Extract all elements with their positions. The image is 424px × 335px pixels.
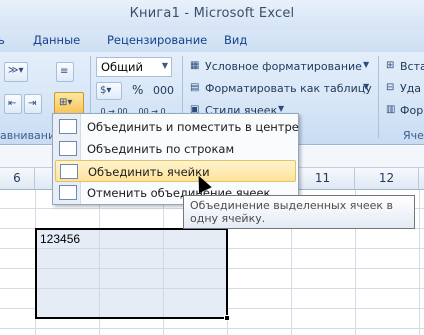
column-header[interactable]: 11 bbox=[291, 168, 355, 189]
grid-line bbox=[163, 230, 164, 317]
merge-across-icon bbox=[59, 141, 77, 156]
format-cells-icon: ▥ bbox=[386, 104, 396, 115]
wrap-text-icon: ≡ bbox=[60, 66, 69, 77]
ribbon-tabs: ь Данные Рецензирование Вид bbox=[0, 30, 424, 52]
wrap-text-button[interactable]: ≡ bbox=[56, 62, 74, 82]
tooltip: Объединение выделенных ячеек в одну ячей… bbox=[183, 195, 415, 229]
tab-partial[interactable]: ь bbox=[0, 33, 5, 47]
percent-button[interactable]: % bbox=[132, 83, 143, 97]
increase-indent-button[interactable]: ⇥ bbox=[24, 94, 42, 114]
tab-review[interactable]: Рецензирование bbox=[107, 33, 207, 47]
grid-line bbox=[419, 190, 420, 335]
format-as-table-button[interactable]: Форматировать как таблицу bbox=[205, 82, 372, 95]
delete-cells-icon: ⊟ bbox=[386, 82, 395, 93]
cells-group-label: Яче bbox=[403, 129, 424, 142]
title-bar: Книга1 - Microsoft Excel bbox=[0, 0, 424, 30]
number-format-value: Общий bbox=[101, 60, 143, 74]
increase-indent-icon: ⇥ bbox=[28, 98, 37, 109]
window-title: Книга1 - Microsoft Excel bbox=[129, 6, 295, 21]
grid-line bbox=[99, 230, 100, 317]
column-header[interactable]: 12 bbox=[355, 168, 419, 189]
conditional-formatting-button[interactable]: Условное форматирование bbox=[205, 60, 362, 73]
format-table-icon: ▤ bbox=[190, 82, 200, 93]
column-header[interactable]: 6 bbox=[0, 168, 35, 189]
currency-icon: $▾ bbox=[100, 85, 112, 96]
menu-item-merge-across[interactable]: Объединить по строкам bbox=[55, 138, 296, 160]
menu-item-label: Объединить ячейки bbox=[88, 165, 210, 179]
delete-button[interactable]: Уда bbox=[400, 82, 421, 95]
chevron-down-icon: ▼ bbox=[161, 61, 168, 70]
orientation-icon: ≫▾ bbox=[8, 65, 24, 76]
merge-cells-icon: ⊞▾ bbox=[59, 97, 73, 108]
fill-handle[interactable] bbox=[224, 315, 230, 321]
merge-cells-icon bbox=[60, 164, 78, 179]
tab-view[interactable]: Вид bbox=[224, 33, 247, 47]
conditional-format-icon: ▦ bbox=[190, 60, 200, 71]
menu-item-merge-center[interactable]: Объединить и поместить в центре bbox=[55, 116, 299, 138]
insert-button[interactable]: Вста bbox=[400, 60, 424, 73]
cell-value[interactable]: 123456 bbox=[40, 232, 98, 246]
chevron-down-icon: ▼ bbox=[363, 60, 370, 69]
group-divider bbox=[378, 56, 379, 138]
tab-data[interactable]: Данные bbox=[33, 33, 80, 47]
chevron-down-icon: ▼ bbox=[363, 82, 370, 91]
format-button[interactable]: Фор bbox=[400, 104, 423, 117]
merge-center-icon bbox=[59, 119, 77, 134]
grid-line bbox=[37, 248, 226, 249]
merge-cells-button[interactable]: ⊞▾ bbox=[54, 92, 84, 114]
grid-line bbox=[37, 268, 226, 269]
thousands-button[interactable]: 000 bbox=[153, 84, 174, 97]
chevron-down-icon: ▼ bbox=[278, 104, 285, 113]
decrease-indent-button[interactable]: ⇤ bbox=[4, 94, 22, 114]
insert-cells-icon: ⊞ bbox=[386, 60, 395, 71]
grid-line bbox=[37, 288, 226, 289]
number-format-select[interactable]: Общий ▼ bbox=[96, 57, 172, 77]
menu-item-label: Объединить по строкам bbox=[87, 142, 235, 156]
menu-item-merge-cells[interactable]: Объединить ячейки bbox=[55, 160, 296, 182]
decrease-indent-icon: ⇤ bbox=[8, 98, 17, 109]
grid-line bbox=[0, 328, 424, 329]
merge-dropdown-menu: Объединить и поместить в центре Объедини… bbox=[52, 113, 299, 205]
unmerge-icon bbox=[59, 185, 77, 200]
menu-item-label: Объединить и поместить в центре bbox=[87, 120, 299, 134]
currency-button[interactable]: $▾ bbox=[96, 82, 122, 100]
orientation-button[interactable]: ≫▾ bbox=[4, 62, 28, 82]
